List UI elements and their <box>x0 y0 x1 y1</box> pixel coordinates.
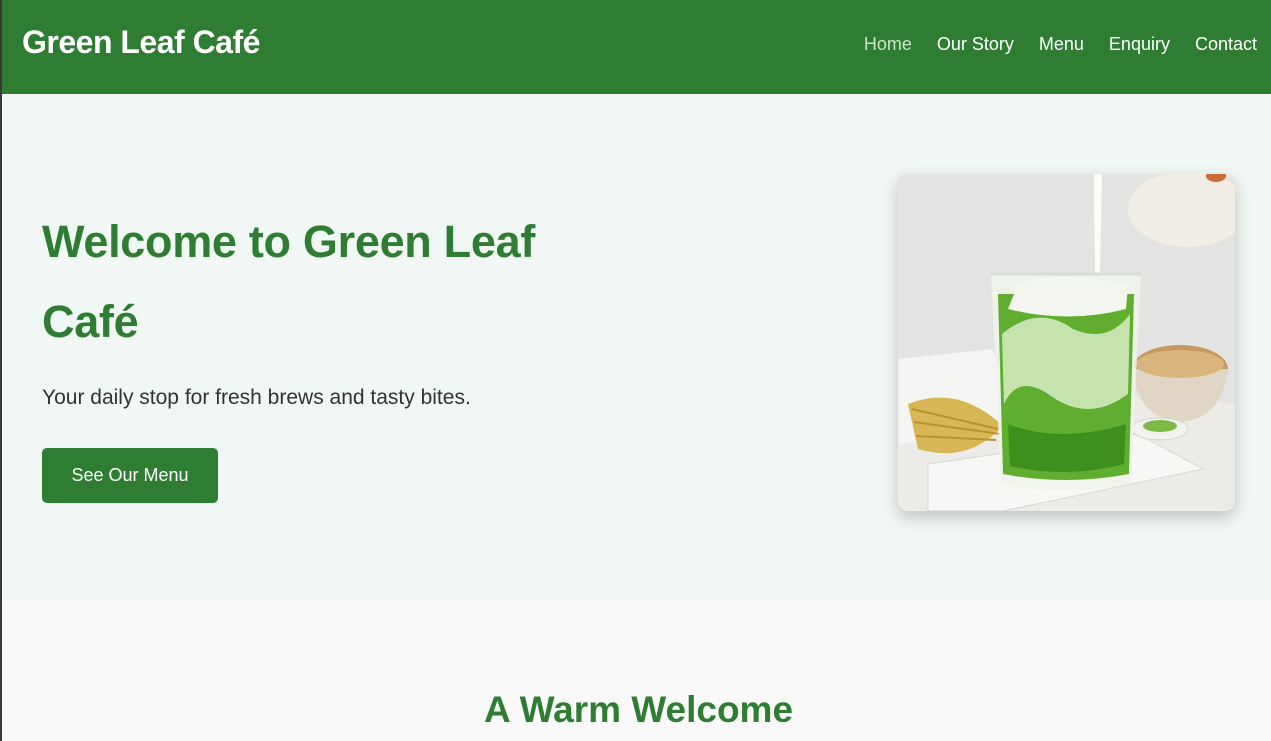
welcome-title: A Warm Welcome <box>483 689 794 730</box>
hero-section: Welcome to Green Leaf Café Your daily st… <box>2 94 1271 600</box>
page: Green Leaf Café Home Our Story Menu Enqu… <box>2 0 1271 741</box>
nav-link-contact[interactable]: Contact <box>1195 34 1257 55</box>
welcome-section: A Warm Welcome <box>2 600 1271 741</box>
navbar: Green Leaf Café Home Our Story Menu Enqu… <box>2 0 1271 94</box>
nav-link-home[interactable]: Home <box>864 34 912 55</box>
nav-link-our-story[interactable]: Our Story <box>937 34 1014 55</box>
nav-link-menu[interactable]: Menu <box>1039 34 1084 55</box>
site-logo-text[interactable]: Green Leaf Café <box>22 24 260 61</box>
see-menu-button[interactable]: See Our Menu <box>42 448 218 503</box>
nav-link-enquiry[interactable]: Enquiry <box>1109 34 1170 55</box>
matcha-latte-image <box>898 174 1235 511</box>
hero-title: Welcome to Green Leaf Café <box>42 216 536 347</box>
hero-subtitle: Your daily stop for fresh brews and tast… <box>42 386 471 409</box>
main-nav: Home Our Story Menu Enquiry Contact <box>864 34 1257 55</box>
